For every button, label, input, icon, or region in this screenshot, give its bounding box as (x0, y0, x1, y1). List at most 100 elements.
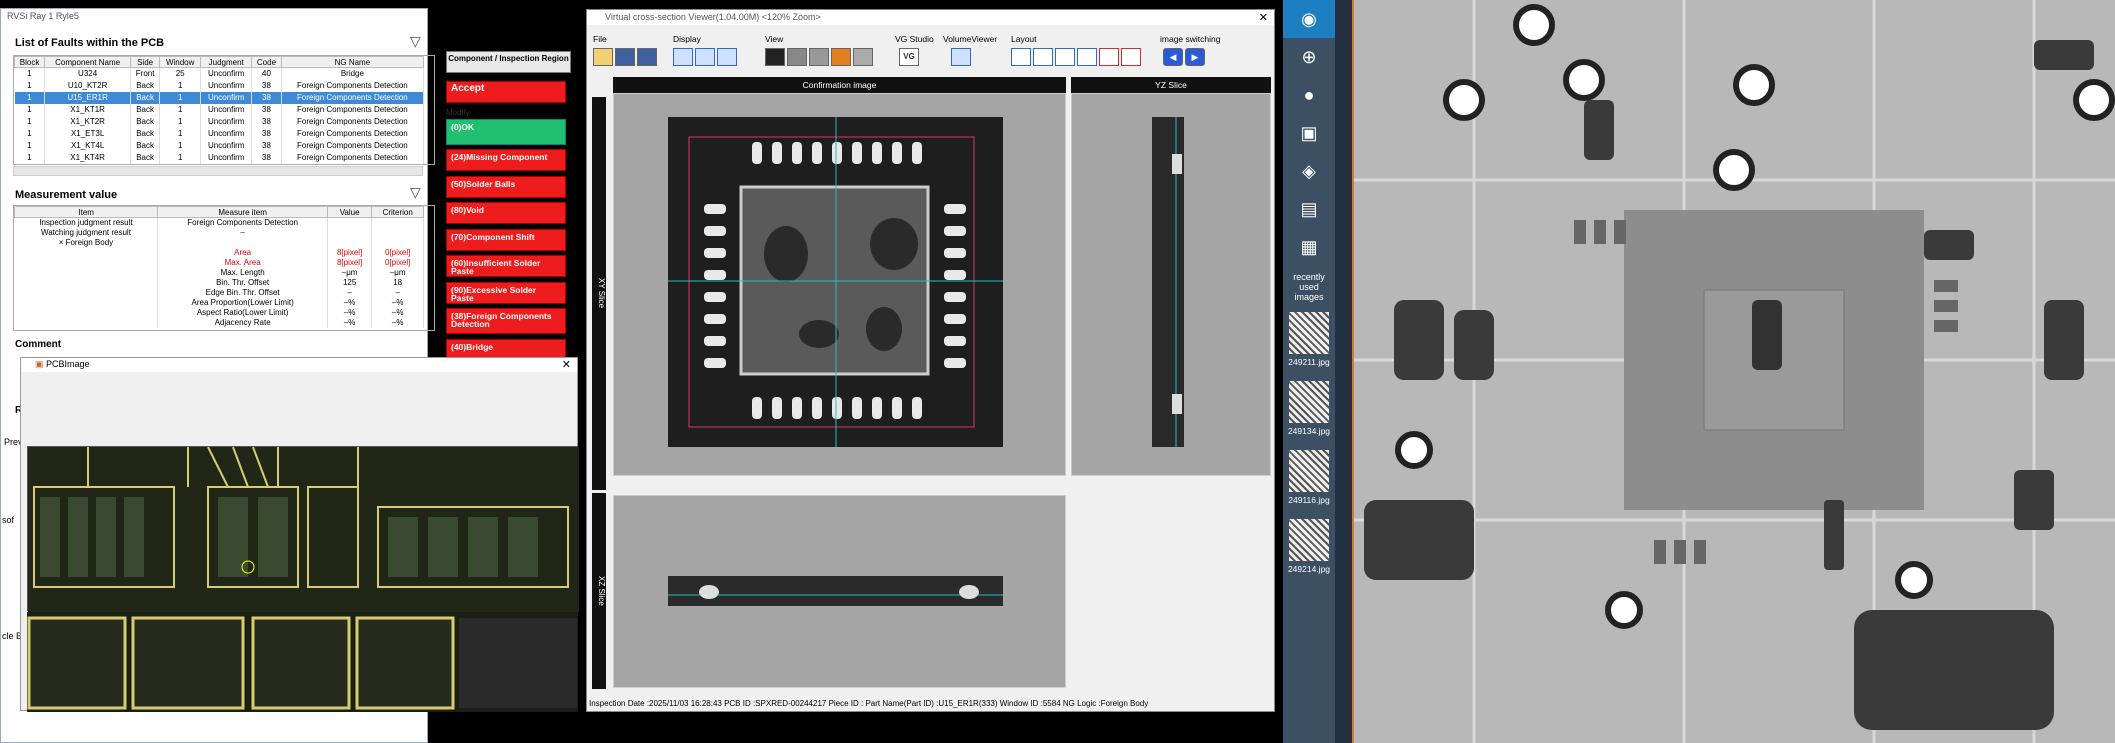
document-icon[interactable]: ▤ (1283, 190, 1335, 228)
yz-slice-view[interactable] (1071, 93, 1271, 476)
layout-1-icon[interactable] (1011, 48, 1031, 66)
fault-column-header[interactable]: NG Name (280, 56, 425, 68)
measure-cell-item: Inspection judgment result (14, 217, 159, 228)
fault-column-header[interactable]: Component Name (44, 56, 132, 68)
save-as-icon[interactable] (637, 48, 657, 66)
layout-3-icon[interactable] (1055, 48, 1075, 66)
layout-6-icon[interactable] (1121, 48, 1141, 66)
fault-column-header[interactable]: Judgment (200, 56, 253, 68)
ng-code-button[interactable]: (90)Excessive Solder Paste (446, 281, 566, 304)
fault-cell: Foreign Components Detection (281, 91, 425, 104)
pcb-board-image-lower[interactable] (27, 612, 578, 712)
open-folder-icon[interactable] (593, 48, 613, 66)
grid-view-icon[interactable] (717, 48, 737, 66)
recent-image-item[interactable]: 249214.jpg (1283, 519, 1335, 574)
measure-column-header[interactable]: Item (14, 206, 159, 218)
fault-row[interactable]: 1 X1_KT4R Back 1 Unconfirm 38 Foreign Componen… (14, 151, 425, 164)
pen-light-icon[interactable] (809, 48, 829, 66)
xy-slice-view[interactable] (613, 93, 1066, 476)
fault-column-header[interactable]: Window (159, 56, 202, 68)
xray-image-view[interactable] (1354, 0, 2115, 743)
fault-cell: 1 (14, 115, 46, 128)
measure-row[interactable]: × Foreign Body (14, 237, 424, 248)
sidebar-divider[interactable] (1335, 0, 1354, 743)
fault-row[interactable]: 1 U324 Front 25 Unconfirm 40 Bridge (14, 67, 425, 80)
fault-row[interactable]: 1 X1_KT2R Back 1 Unconfirm 38 Foreign Componen… (14, 115, 425, 128)
recent-image-item[interactable]: 249211.jpg (1283, 312, 1335, 367)
ng-code-button[interactable]: (70)Component Shift (446, 228, 566, 251)
vg-studio-button[interactable]: VG (899, 48, 919, 66)
fault-cell: U10_KT2R (44, 79, 132, 92)
save-icon[interactable] (615, 48, 635, 66)
pen-outline-icon[interactable] (853, 48, 873, 66)
zoom-fit-icon[interactable]: ◉ (1283, 0, 1335, 38)
single-view-icon[interactable] (673, 48, 693, 66)
measure-row[interactable]: Watching judgment result – (14, 227, 424, 238)
xray-graphic (1354, 0, 2115, 743)
fault-cell: Back (130, 115, 161, 128)
next-image-icon[interactable]: ▶ (1185, 48, 1205, 66)
pen-gray-icon[interactable] (787, 48, 807, 66)
fault-column-header[interactable]: Side (130, 56, 161, 68)
measure-row[interactable]: Max. Area 8[pixel] 0[pixel] (14, 257, 424, 268)
fault-cell: 38 (251, 115, 282, 128)
measure-column-header[interactable]: Measure item (157, 206, 328, 218)
fault-column-header[interactable]: Code (251, 56, 282, 68)
fault-cell: 1 (159, 127, 202, 140)
split-view-icon[interactable] (695, 48, 715, 66)
layout-2-icon[interactable] (1033, 48, 1053, 66)
measure-column-header[interactable]: Criterion (371, 206, 424, 218)
palette-icon[interactable]: ● (1283, 76, 1335, 114)
fault-row[interactable]: 1 X1_KT4L Back 1 Unconfirm 38 Foreign Componen… (14, 139, 425, 152)
xz-slice-view[interactable] (613, 495, 1066, 688)
cube-icon[interactable]: ▣ (1283, 114, 1335, 152)
ok-button[interactable]: (0)OK (446, 118, 566, 145)
pcb-board-image[interactable] (27, 446, 579, 612)
measure-row[interactable]: Area 8[pixel] 0[pixel] (14, 247, 424, 258)
layout-5-icon[interactable] (1099, 48, 1119, 66)
ng-code-button[interactable]: (38)Foreign Components Detection (446, 308, 566, 334)
recent-image-item[interactable]: 249116.jpg (1283, 450, 1335, 505)
measure-row[interactable]: Area Proportion(Lower Limit) –% –% (14, 297, 424, 308)
recent-image-item[interactable]: 249134.jpg (1283, 381, 1335, 436)
measure-column-header[interactable]: Value (326, 206, 373, 218)
recent-image-filename: 249211.jpg (1288, 357, 1330, 367)
close-icon[interactable]: ✕ (562, 358, 571, 371)
fault-cell: 38 (251, 139, 282, 152)
layout-4-icon[interactable] (1077, 48, 1097, 66)
pcb-window-title: ▣ PCBImage (21, 358, 577, 372)
measure-cell-value: 8[pixel] (327, 247, 373, 258)
ng-code-button[interactable]: (24)Missing Component (446, 149, 566, 171)
measure-cell-criterion (371, 227, 424, 238)
fault-row[interactable]: 1 U15_ER1R Back 1 Unconfirm 38 Foreign Compone… (14, 91, 425, 104)
fault-row[interactable]: 1 U10_KT2R Back 1 Unconfirm 38 Foreign Compone… (14, 79, 425, 92)
fault-table-hscroll[interactable] (13, 166, 423, 176)
judgment-panel: Component / Inspection Region Accept Mod… (446, 51, 571, 365)
fault-row[interactable]: 1 X1_ET3L Back 1 Unconfirm 38 Foreign Componen… (14, 127, 425, 140)
fault-column-header[interactable]: Block (14, 56, 46, 68)
funnel-icon[interactable]: ▽ (410, 33, 421, 50)
measure-row[interactable]: Max. Length –μm –μm (14, 267, 424, 278)
map-icon[interactable]: ▦ (1283, 228, 1335, 266)
measure-row[interactable]: Edge Bin. Thr. Offset – – (14, 287, 424, 298)
component-region-button[interactable]: Component / Inspection Region (446, 51, 571, 73)
funnel-icon[interactable]: ▽ (410, 184, 421, 201)
close-icon[interactable]: ✕ (1259, 11, 1268, 24)
comment-label: Comment (15, 339, 62, 350)
fault-row[interactable]: 1 X1_KT1R Back 1 Unconfirm 38 Foreign Componen… (14, 103, 425, 116)
measure-row[interactable]: Bin. Thr. Offset 125 18 (14, 277, 424, 288)
pen-icon[interactable] (765, 48, 785, 66)
accept-button[interactable]: Accept (446, 81, 566, 103)
measure-row[interactable]: Inspection judgment result Foreign Compon… (14, 217, 424, 228)
fault-cell: Foreign Components Detection (281, 115, 425, 128)
zoom-in-icon[interactable]: ⊕ (1283, 38, 1335, 76)
measure-row[interactable]: Aspect Ratio(Lower Limit) –% –% (14, 307, 424, 318)
pen-orange-icon[interactable] (831, 48, 851, 66)
previous-image-icon[interactable]: ◀ (1163, 48, 1183, 66)
measure-row[interactable]: Adjacency Rate –% –% (14, 317, 424, 328)
ng-code-button[interactable]: (50)Solder Balls (446, 175, 566, 198)
ng-code-button[interactable]: (80)Void (446, 202, 566, 224)
ng-code-button[interactable]: (60)Insufficient Solder Paste (446, 255, 566, 277)
volume-viewer-icon[interactable] (951, 48, 971, 66)
camera-icon[interactable]: ◈ (1283, 152, 1335, 190)
